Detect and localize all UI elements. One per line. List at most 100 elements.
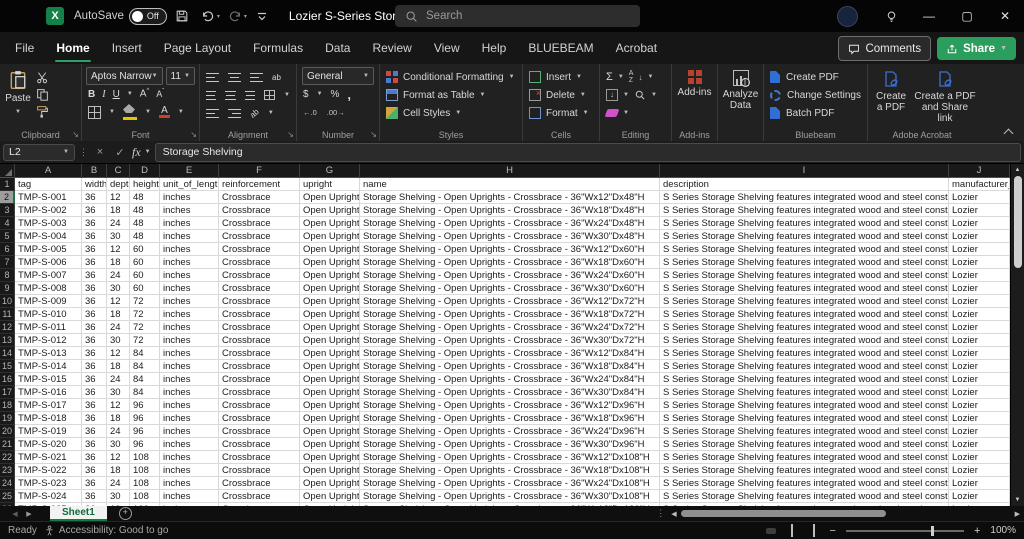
cell-E19[interactable]: inches bbox=[160, 412, 219, 425]
align-left-icon[interactable] bbox=[206, 90, 217, 100]
cell-D17[interactable]: 84 bbox=[130, 386, 160, 399]
cell-E12[interactable]: inches bbox=[160, 321, 219, 334]
cell-E16[interactable]: inches bbox=[160, 373, 219, 386]
cell-F20[interactable]: Crossbrace bbox=[219, 425, 300, 438]
cell-H3[interactable]: Storage Shelving - Open Uprights - Cross… bbox=[360, 204, 660, 217]
cell-C25[interactable]: 30 bbox=[107, 490, 130, 503]
cell-D19[interactable]: 96 bbox=[130, 412, 160, 425]
cell-I19[interactable]: S Series Storage Shelving features integ… bbox=[660, 412, 949, 425]
cell-H7[interactable]: Storage Shelving - Open Uprights - Cross… bbox=[360, 256, 660, 269]
cell-F14[interactable]: Crossbrace bbox=[219, 347, 300, 360]
tab-home[interactable]: Home bbox=[45, 32, 100, 64]
page-layout-view-button[interactable] bbox=[786, 522, 798, 539]
cell-J18[interactable]: Lozier bbox=[949, 399, 1010, 412]
cell-H20[interactable]: Storage Shelving - Open Uprights - Cross… bbox=[360, 425, 660, 438]
cell-C8[interactable]: 24 bbox=[107, 269, 130, 282]
cell-J25[interactable]: Lozier bbox=[949, 490, 1010, 503]
cell-G5[interactable]: Open Uprights bbox=[300, 230, 360, 243]
row-header-12[interactable]: 12 bbox=[0, 321, 15, 334]
align-right-icon[interactable] bbox=[244, 90, 256, 100]
cell-E7[interactable]: inches bbox=[160, 256, 219, 269]
cell-A25[interactable]: TMP-S-024 bbox=[15, 490, 82, 503]
cell-C24[interactable]: 24 bbox=[107, 477, 130, 490]
analyze-data-button[interactable]: Analyze Data bbox=[718, 64, 763, 111]
autosave-control[interactable]: AutoSave Off bbox=[74, 7, 167, 25]
cell-D3[interactable]: 48 bbox=[130, 204, 160, 217]
sort-filter-button[interactable]: AZ bbox=[629, 70, 634, 84]
number-dialog-launcher[interactable]: ↘ bbox=[370, 130, 377, 139]
cell-A6[interactable]: TMP-S-005 bbox=[15, 243, 82, 256]
row-header-19[interactable]: 19 bbox=[0, 412, 15, 425]
excel-app-icon[interactable]: X bbox=[46, 7, 64, 25]
cell-C19[interactable]: 18 bbox=[107, 412, 130, 425]
cell-E2[interactable]: inches bbox=[160, 191, 219, 204]
cell-I25[interactable]: S Series Storage Shelving features integ… bbox=[660, 490, 949, 503]
alignment-dialog-launcher[interactable]: ↘ bbox=[287, 130, 294, 139]
cell-C23[interactable]: 18 bbox=[107, 464, 130, 477]
cell-C22[interactable]: 12 bbox=[107, 451, 130, 464]
cell-G18[interactable]: Open Uprights bbox=[300, 399, 360, 412]
copy-button[interactable] bbox=[36, 88, 49, 101]
cell-G15[interactable]: Open Uprights bbox=[300, 360, 360, 373]
accounting-chevron[interactable]: ▼ bbox=[317, 91, 323, 97]
cell-E9[interactable]: inches bbox=[160, 282, 219, 295]
cell-F15[interactable]: Crossbrace bbox=[219, 360, 300, 373]
search-box[interactable]: Search bbox=[395, 5, 640, 27]
cell-styles-button[interactable]: Cell Styles ▼ bbox=[380, 104, 522, 122]
row-header-14[interactable]: 14 bbox=[0, 347, 15, 360]
cell-H25[interactable]: Storage Shelving - Open Uprights - Cross… bbox=[360, 490, 660, 503]
cell-I2[interactable]: S Series Storage Shelving features integ… bbox=[660, 191, 949, 204]
cell-A11[interactable]: TMP-S-010 bbox=[15, 308, 82, 321]
autosum-chevron[interactable]: ▼ bbox=[618, 74, 624, 80]
cell-C13[interactable]: 30 bbox=[107, 334, 130, 347]
cell-J4[interactable]: Lozier bbox=[949, 217, 1010, 230]
cell-D11[interactable]: 72 bbox=[130, 308, 160, 321]
cell-H13[interactable]: Storage Shelving - Open Uprights - Cross… bbox=[360, 334, 660, 347]
cell-G8[interactable]: Open Uprights bbox=[300, 269, 360, 282]
share-button[interactable]: Share ▼ bbox=[937, 37, 1016, 60]
create-pdf-button[interactable]: Create PDF bbox=[764, 68, 867, 86]
cell-G13[interactable]: Open Uprights bbox=[300, 334, 360, 347]
cell-J3[interactable]: Lozier bbox=[949, 204, 1010, 217]
cell-D6[interactable]: 60 bbox=[130, 243, 160, 256]
insert-cells-button[interactable]: Insert ▼ bbox=[523, 68, 599, 86]
row-header-23[interactable]: 23 bbox=[0, 464, 15, 477]
cell-I1[interactable]: description bbox=[660, 178, 949, 191]
sheet-tab-sheet1[interactable]: Sheet1 bbox=[50, 506, 107, 521]
cell-C15[interactable]: 18 bbox=[107, 360, 130, 373]
cell-G23[interactable]: Open Uprights bbox=[300, 464, 360, 477]
cell-G25[interactable]: Open Uprights bbox=[300, 490, 360, 503]
cut-button[interactable] bbox=[36, 71, 49, 84]
cell-J11[interactable]: Lozier bbox=[949, 308, 1010, 321]
cell-J22[interactable]: Lozier bbox=[949, 451, 1010, 464]
conditional-formatting-button[interactable]: Conditional Formatting ▼ bbox=[380, 68, 522, 86]
cell-B16[interactable]: 36 bbox=[82, 373, 107, 386]
cell-B1[interactable]: width bbox=[82, 178, 107, 191]
cell-A15[interactable]: TMP-S-014 bbox=[15, 360, 82, 373]
cell-C9[interactable]: 30 bbox=[107, 282, 130, 295]
cell-I20[interactable]: S Series Storage Shelving features integ… bbox=[660, 425, 949, 438]
cell-G6[interactable]: Open Uprights bbox=[300, 243, 360, 256]
cell-I14[interactable]: S Series Storage Shelving features integ… bbox=[660, 347, 949, 360]
cell-E18[interactable]: inches bbox=[160, 399, 219, 412]
cell-H11[interactable]: Storage Shelving - Open Uprights - Cross… bbox=[360, 308, 660, 321]
cell-A21[interactable]: TMP-S-020 bbox=[15, 438, 82, 451]
cell-G1[interactable]: upright bbox=[300, 178, 360, 191]
borders-icon[interactable] bbox=[88, 105, 101, 119]
tab-file[interactable]: File bbox=[4, 32, 45, 64]
cell-F4[interactable]: Crossbrace bbox=[219, 217, 300, 230]
clear-button[interactable] bbox=[604, 109, 620, 117]
cell-D4[interactable]: 48 bbox=[130, 217, 160, 230]
cell-F10[interactable]: Crossbrace bbox=[219, 295, 300, 308]
cell-A9[interactable]: TMP-S-008 bbox=[15, 282, 82, 295]
font-color-button[interactable]: A bbox=[158, 106, 170, 118]
cell-J24[interactable]: Lozier bbox=[949, 477, 1010, 490]
cell-J13[interactable]: Lozier bbox=[949, 334, 1010, 347]
cell-B6[interactable]: 36 bbox=[82, 243, 107, 256]
row-header-1[interactable]: 1 bbox=[0, 178, 15, 191]
cell-F16[interactable]: Crossbrace bbox=[219, 373, 300, 386]
cell-C10[interactable]: 12 bbox=[107, 295, 130, 308]
cell-F12[interactable]: Crossbrace bbox=[219, 321, 300, 334]
cell-G11[interactable]: Open Uprights bbox=[300, 308, 360, 321]
column-header-E[interactable]: E bbox=[160, 164, 219, 178]
